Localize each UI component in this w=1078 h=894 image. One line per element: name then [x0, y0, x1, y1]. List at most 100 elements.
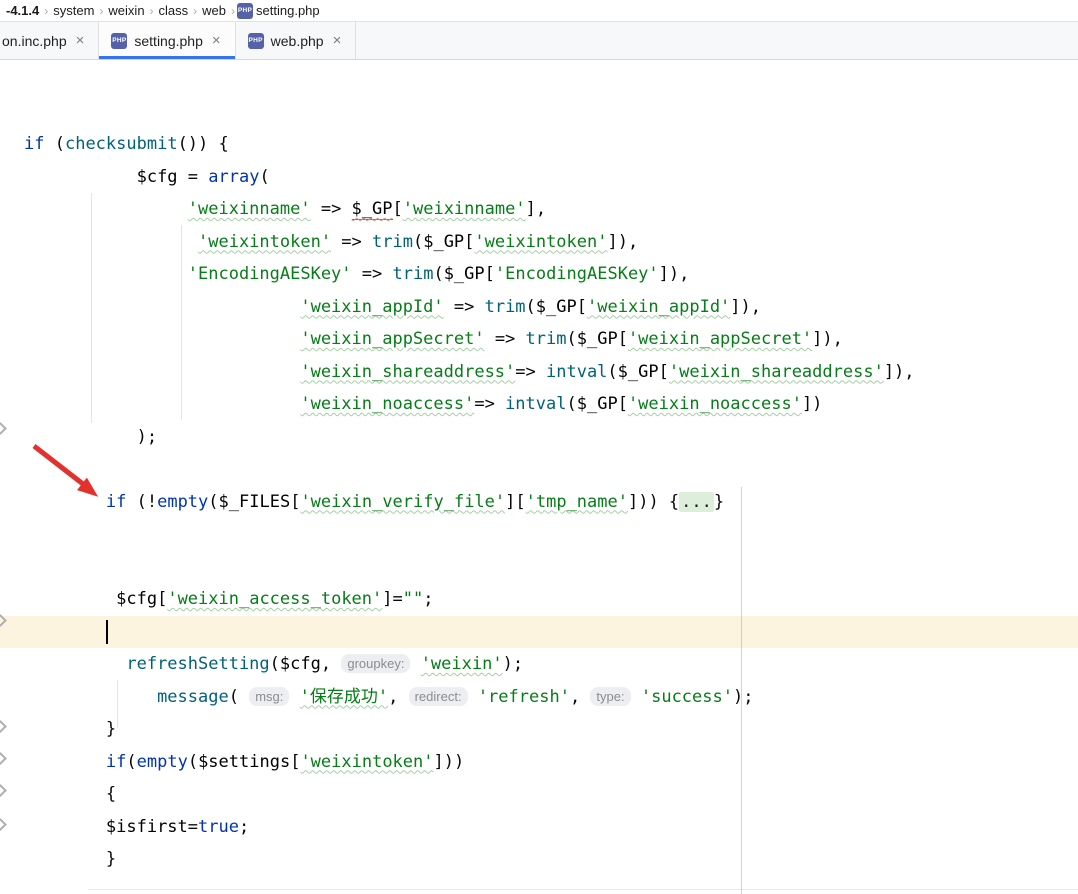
close-tab-icon[interactable]: ×: [331, 33, 344, 48]
code-token: ],: [525, 199, 547, 219]
breadcrumb-item-project[interactable]: -4.1.4: [3, 3, 42, 18]
code-token: =: [187, 816, 199, 837]
code-token: (!: [126, 491, 158, 512]
code-token: ]=: [382, 589, 403, 609]
code-line: 'weixin_noaccess'=> intval($_GP['weixin_…: [0, 388, 1078, 421]
code-token: (: [566, 329, 577, 349]
code-editor[interactable]: if (checksubmit()) { $cfg = array( 'weix…: [0, 60, 1078, 894]
code-line: 'EncodingAESKey' => trim($_GP['EncodingA…: [0, 258, 1078, 291]
tab-web-php[interactable]: PHP web.php ×: [236, 22, 357, 59]
code-token: ])): [433, 751, 465, 772]
parameter-hint: redirect:: [408, 686, 468, 706]
parameter-hint: type:: [590, 686, 631, 706]
code-token: (: [607, 361, 618, 382]
code-token: [: [617, 394, 628, 414]
code-token: 'weixin_noaccess': [627, 394, 802, 414]
breadcrumb-item-class[interactable]: class: [156, 3, 192, 18]
code-line: if (!empty($_FILES['weixin_verify_file']…: [0, 486, 1078, 519]
breadcrumb-item-file[interactable]: setting.php: [253, 3, 323, 18]
code-token: =>: [474, 394, 506, 414]
code-token: ,: [320, 654, 342, 674]
code-line: if(empty($settings['weixintoken'])): [0, 746, 1078, 779]
code-token: {: [105, 784, 117, 804]
code-token: (: [259, 166, 270, 187]
code-token: refreshSetting: [126, 654, 270, 674]
code-token: [: [617, 329, 628, 349]
code-token: $_GP: [443, 264, 485, 284]
code-token: 'weixin_shareaddress': [668, 361, 884, 382]
code-token: 'tmp_name': [525, 491, 628, 512]
code-line: 'weixinname' => $_GP['weixinname'],: [0, 193, 1078, 226]
tab-setting-php[interactable]: PHP setting.php ×: [99, 22, 236, 59]
chevron-separator-icon: ›: [99, 3, 104, 18]
code-token: $_GP: [617, 361, 659, 382]
code-token: trim: [484, 296, 526, 317]
code-token: intval: [505, 394, 567, 414]
code-line: [0, 615, 1078, 648]
code-token: $_GP: [576, 394, 618, 414]
code-token: (: [126, 751, 137, 772]
code-line: 'weixin_shareaddress'=> intval($_GP['wei…: [0, 356, 1078, 389]
code-token: '保存成功': [299, 686, 389, 707]
code-token: 'weixin_appSecret': [300, 329, 485, 349]
code-token: (: [44, 134, 65, 154]
code-token: 'weixinname': [402, 199, 526, 219]
code-token: ;: [423, 589, 434, 609]
code-token: ;: [238, 816, 250, 837]
folded-code-region[interactable]: ...: [679, 491, 714, 512]
code-token: 'success': [640, 686, 733, 707]
chevron-separator-icon: ›: [193, 3, 198, 18]
code-token: =>: [351, 264, 393, 284]
code-token: $cfg: [279, 654, 321, 674]
text-caret: [105, 619, 108, 644]
code-line: $cfg['weixin_access_token']="";: [0, 583, 1078, 616]
code-token: 'weixin_appId': [300, 296, 444, 317]
code-token: ,: [388, 686, 409, 707]
tab-label: setting.php: [134, 32, 203, 49]
code-token: ][: [505, 491, 526, 512]
chevron-separator-icon: ›: [149, 3, 154, 18]
code-token: if: [105, 751, 127, 772]
code-token: trim: [525, 329, 567, 349]
code-token: trim: [372, 231, 413, 252]
code-token: 'weixintoken': [300, 751, 434, 772]
code-token: [: [392, 199, 403, 219]
code-token: 'weixin_verify_file': [300, 491, 506, 512]
editor-tab-bar: on.inc.php × PHP setting.php × PHP web.p…: [0, 22, 1078, 60]
tab-on-inc-php[interactable]: on.inc.php ×: [0, 22, 100, 59]
code-token: 'weixin_access_token': [167, 589, 383, 609]
code-token: (: [269, 654, 280, 674]
code-token: $cfg: [136, 166, 178, 187]
breadcrumb-item-web[interactable]: web: [199, 3, 229, 18]
code-line: {: [0, 778, 1078, 811]
close-tab-icon[interactable]: ×: [74, 33, 87, 48]
code-token: [: [658, 361, 669, 382]
code-token: 'weixintoken': [474, 231, 608, 252]
ide-window: { "breadcrumb": { "separator": "›", "ite…: [0, 0, 1078, 894]
code-line: 'weixin_appId' => trim($_GP['weixin_appI…: [0, 291, 1078, 324]
code-token: =>: [310, 199, 352, 219]
code-line: if (checksubmit()) {: [0, 128, 1078, 161]
close-tab-icon[interactable]: ×: [210, 33, 223, 48]
code-token: ()) {: [177, 134, 229, 154]
code-token: ]),: [883, 361, 915, 382]
code-line: refreshSetting($cfg, groupkey: 'weixin')…: [0, 648, 1078, 681]
code-token: ])) {: [627, 491, 680, 512]
tab-label: web.php: [270, 32, 324, 49]
code-token: message: [157, 686, 229, 707]
code-token: =>: [331, 231, 373, 252]
code-token: [: [464, 231, 475, 252]
code-token: empty: [136, 751, 188, 772]
code-token: if: [24, 134, 45, 154]
breadcrumb-item-system[interactable]: system: [50, 3, 97, 18]
code-lines-container: if (checksubmit()) { $cfg = array( 'weix…: [0, 128, 1078, 876]
code-token: array: [208, 166, 260, 187]
parameter-hint: groupkey:: [341, 654, 411, 673]
breadcrumb-item-weixin[interactable]: weixin: [105, 3, 147, 18]
code-token: [: [290, 751, 301, 772]
chevron-separator-icon: ›: [231, 3, 236, 18]
